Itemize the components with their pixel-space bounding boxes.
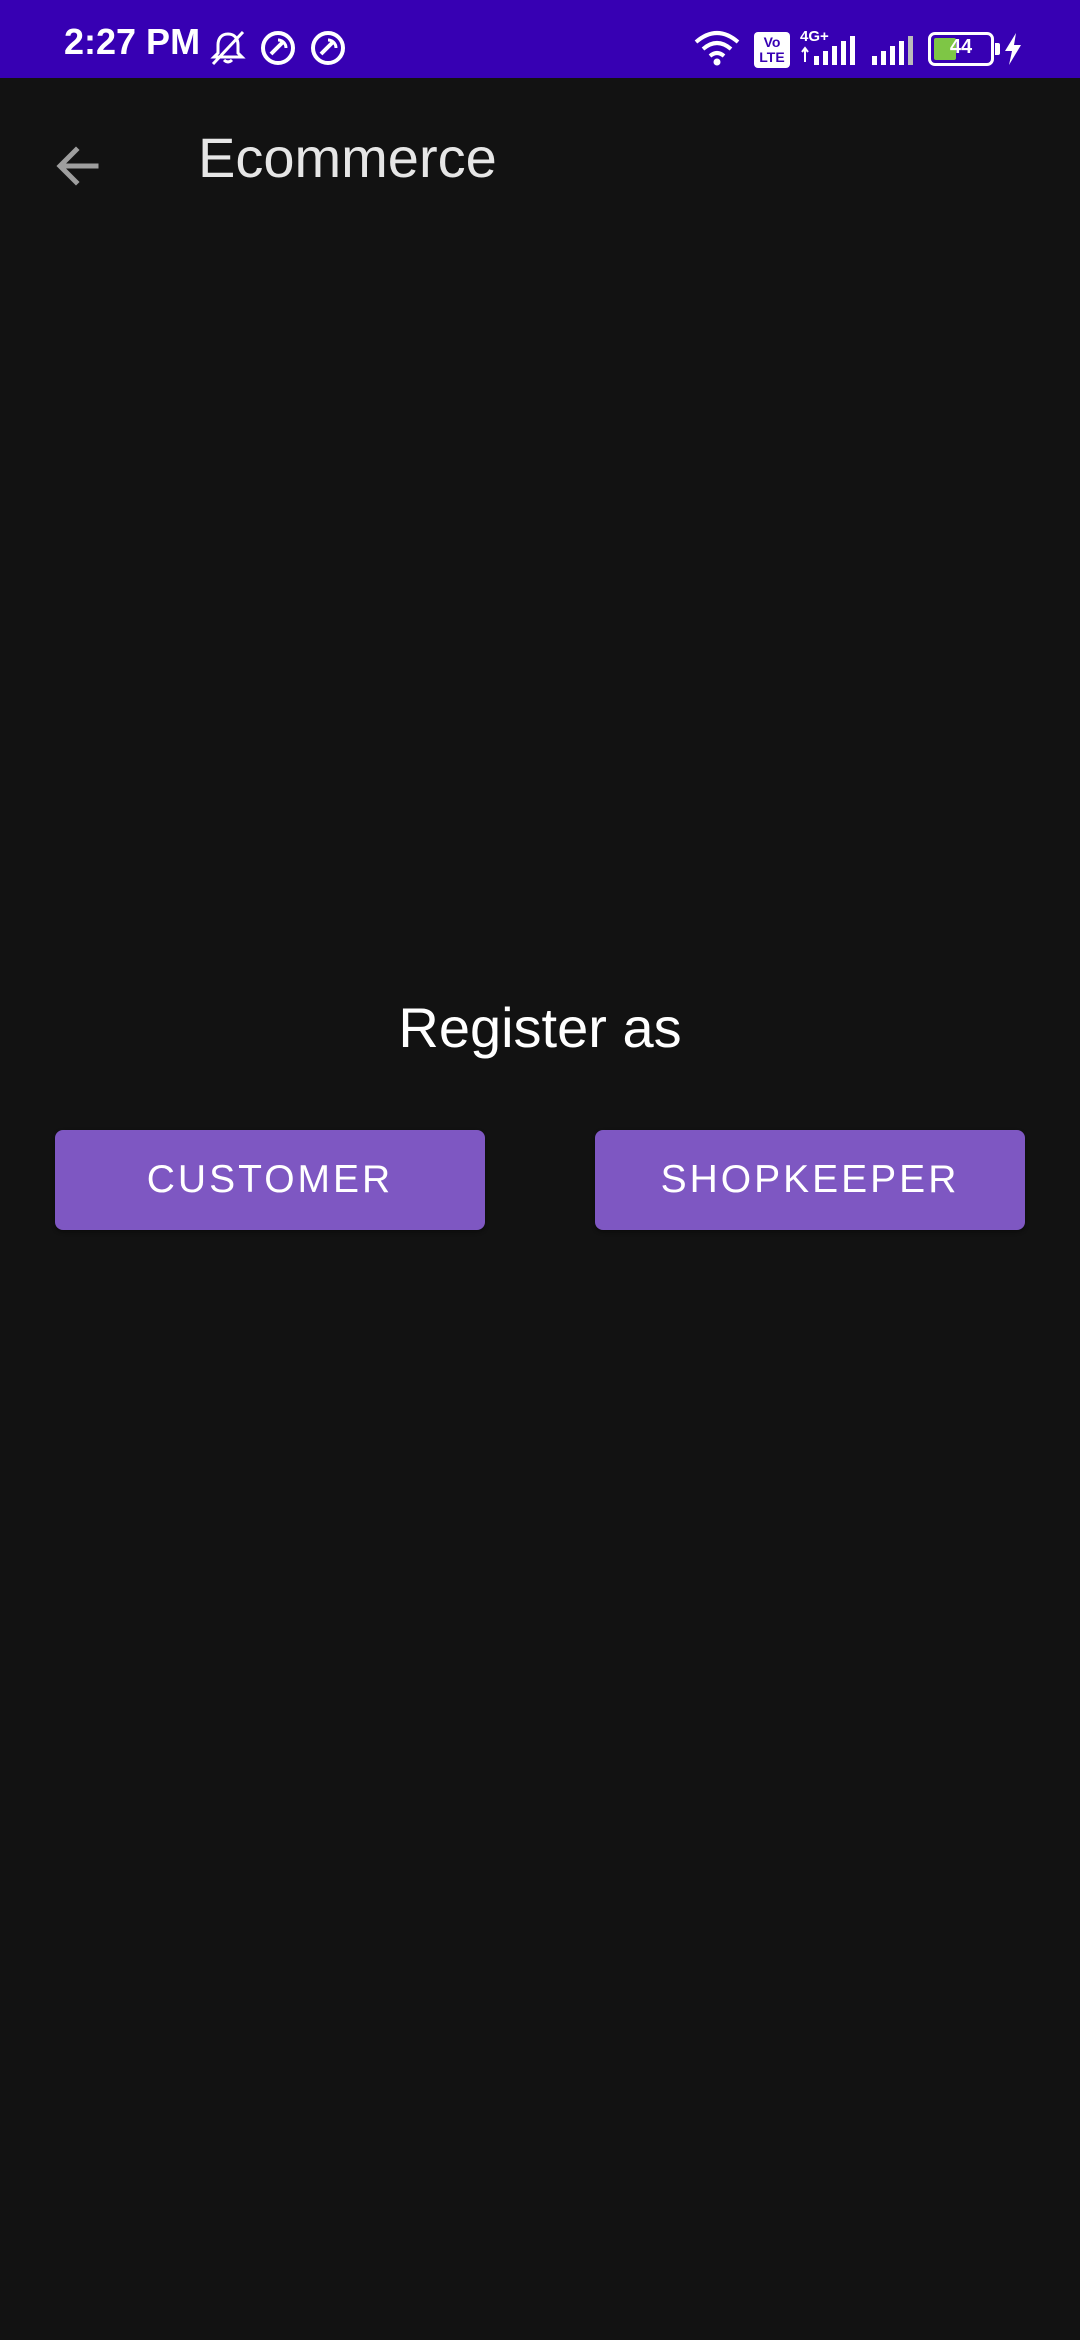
battery-icon: 44	[928, 32, 1000, 66]
sync-icon	[258, 28, 298, 73]
volte-icon: Vo LTE	[754, 32, 790, 68]
back-button[interactable]	[34, 124, 122, 212]
register-heading: Register as	[398, 996, 682, 1059]
charging-icon	[1002, 32, 1024, 71]
sync-icon	[308, 28, 348, 73]
battery-level: 44	[949, 36, 973, 58]
app-bar: Ecommerce	[0, 78, 1080, 240]
signal-icon	[870, 34, 916, 71]
customer-button[interactable]: CUSTOMER	[55, 1130, 485, 1230]
mute-bell-icon	[208, 28, 248, 73]
status-bar: 2:27 PM Vo LTE 4G+ 44	[0, 0, 1080, 78]
wifi-icon	[692, 28, 742, 73]
page-title: Ecommerce	[198, 126, 497, 189]
status-time: 2:27 PM	[64, 21, 201, 62]
shopkeeper-button[interactable]: SHOPKEEPER	[595, 1130, 1025, 1230]
arrow-left-icon	[52, 140, 104, 197]
signal-icon	[800, 34, 862, 71]
